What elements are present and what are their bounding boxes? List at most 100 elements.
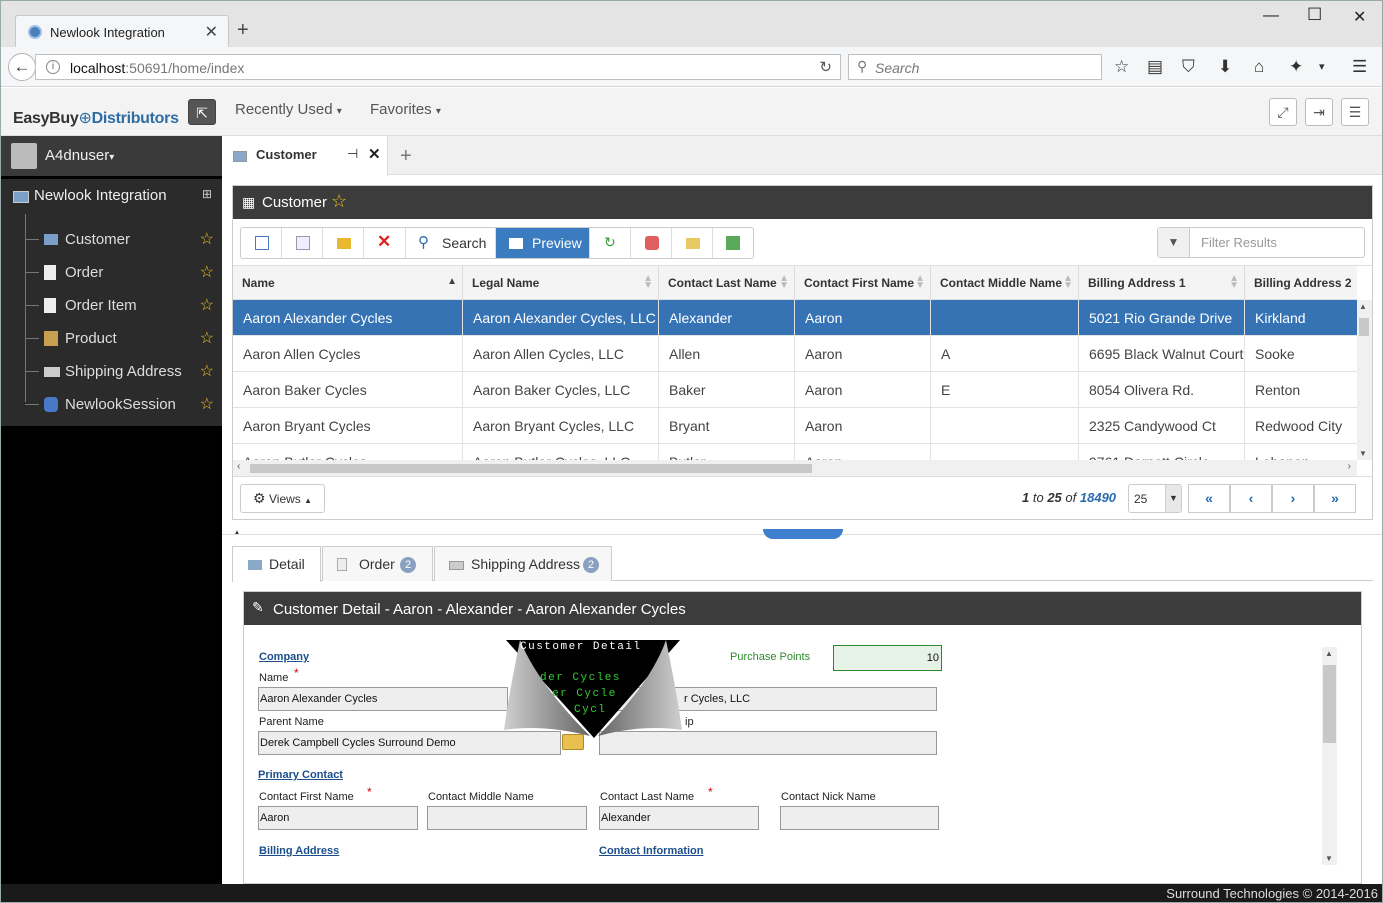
- sidebar-item-customer[interactable]: Customer ☆: [1, 223, 222, 256]
- splitter-handle[interactable]: [763, 529, 843, 539]
- minimize-icon[interactable]: —: [1263, 7, 1279, 25]
- table-cell[interactable]: Aaron: [795, 444, 931, 460]
- filter-icon[interactable]: ▼: [1158, 228, 1190, 257]
- open-button[interactable]: [323, 228, 364, 258]
- new-button[interactable]: [241, 228, 282, 258]
- name-field[interactable]: Aaron Alexander Cycles: [258, 687, 508, 711]
- table-cell[interactable]: Aaron Alexander Cycles, LLC: [463, 300, 659, 336]
- favorite-star-icon[interactable]: ☆: [331, 191, 347, 212]
- table-cell[interactable]: Aaron: [795, 336, 931, 372]
- delete-button[interactable]: ✕: [364, 228, 406, 258]
- table-cell[interactable]: Aaron: [795, 372, 931, 408]
- browser-search-input[interactable]: ⚲ Search: [848, 54, 1102, 80]
- table-row[interactable]: Aaron Butler CyclesAaron Butler Cycles, …: [233, 444, 1357, 460]
- sidebar-item-order[interactable]: Order ☆: [1, 256, 222, 289]
- table-cell[interactable]: [931, 300, 1079, 336]
- tab-shipping-address[interactable]: Shipping Address 2: [434, 546, 612, 581]
- previous-page-button[interactable]: ‹: [1230, 484, 1272, 513]
- copy-button[interactable]: [282, 228, 323, 258]
- first-page-button[interactable]: «: [1188, 484, 1230, 513]
- user-bar[interactable]: A4dnuser▾: [1, 136, 222, 176]
- table-cell[interactable]: Aaron Allen Cycles: [233, 336, 463, 372]
- recently-used-menu[interactable]: Recently Used ▾: [235, 101, 342, 118]
- page-size-select[interactable]: 25 ▼: [1128, 484, 1182, 513]
- refresh-button[interactable]: ↻: [590, 228, 631, 258]
- home-icon[interactable]: ⌂: [1254, 57, 1264, 77]
- star-icon[interactable]: ☆: [200, 229, 214, 249]
- bookmark-star-icon[interactable]: ☆: [1114, 57, 1129, 77]
- hamburger-menu-icon[interactable]: ☰: [1352, 57, 1367, 77]
- last-page-button[interactable]: »: [1314, 484, 1356, 513]
- sidebar-item-order-item[interactable]: Order Item ☆: [1, 289, 222, 322]
- extension-icon[interactable]: ✦: [1289, 57, 1303, 77]
- pocket-icon[interactable]: ⛉: [1182, 57, 1195, 77]
- detail-scrollbar[interactable]: ▲ ▼: [1322, 647, 1337, 865]
- reading-list-icon[interactable]: ▤: [1147, 57, 1163, 77]
- vertical-scrollbar[interactable]: ▲ ▼: [1357, 300, 1372, 460]
- user-name[interactable]: A4dnuser▾: [45, 147, 114, 164]
- info-icon[interactable]: i: [46, 60, 60, 74]
- purchase-points-field[interactable]: 10: [833, 645, 942, 671]
- table-cell[interactable]: 9761 Darnett Circle: [1079, 444, 1245, 460]
- address-bar[interactable]: i localhost:50691/home/index ↻: [35, 54, 841, 80]
- clear-button[interactable]: [631, 228, 672, 258]
- open-external-button[interactable]: ⇱: [188, 99, 216, 125]
- add-tab-button[interactable]: +: [400, 145, 412, 168]
- table-row[interactable]: Aaron Alexander Cycles Aaron Alexander Cy…: [233, 300, 1357, 336]
- tab-customer[interactable]: Customer ⊣ ✕: [222, 136, 388, 176]
- table-cell[interactable]: Kirkland: [1245, 300, 1357, 336]
- table-cell[interactable]: Aaron Alexander Cycles: [233, 300, 463, 336]
- table-cell[interactable]: Aaron Butler Cycles, LLC: [463, 444, 659, 460]
- table-cell[interactable]: A: [931, 336, 1079, 372]
- table-cell[interactable]: Aaron: [795, 300, 931, 336]
- column-header-billing-address-2[interactable]: Billing Address 2: [1245, 266, 1357, 300]
- sidebar-item-shipping-address[interactable]: Shipping Address ☆: [1, 355, 222, 388]
- table-cell[interactable]: E: [931, 372, 1079, 408]
- table-cell[interactable]: Renton: [1245, 372, 1357, 408]
- table-cell[interactable]: Aaron Bryant Cycles: [233, 408, 463, 444]
- table-row[interactable]: Aaron Allen Cycles Aaron Allen Cycles, LL…: [233, 336, 1357, 372]
- column-header-name[interactable]: Name ▲: [233, 266, 463, 300]
- filter-results-input[interactable]: ▼ Filter Results: [1157, 227, 1365, 258]
- back-button[interactable]: ←: [8, 53, 36, 81]
- column-header-contact-last-name[interactable]: Contact Last Name ▲ ▼: [659, 266, 795, 300]
- tab-detail[interactable]: Detail: [232, 546, 321, 582]
- collapse-icon[interactable]: ⊞: [202, 187, 212, 201]
- browser-tab[interactable]: Newlook Integration ✕: [15, 15, 229, 47]
- table-row[interactable]: Aaron Baker Cycles Aaron Baker Cycles, LL…: [233, 372, 1357, 408]
- table-cell[interactable]: Aaron Baker Cycles, LLC: [463, 372, 659, 408]
- table-cell[interactable]: Baker: [659, 372, 795, 408]
- table-cell[interactable]: Butler: [659, 444, 795, 460]
- star-icon[interactable]: ☆: [200, 262, 214, 282]
- star-icon[interactable]: ☆: [200, 361, 214, 381]
- maximize-icon[interactable]: ☐: [1307, 5, 1322, 25]
- table-cell[interactable]: 6695 Black Walnut Court: [1079, 336, 1245, 372]
- table-cell[interactable]: [931, 408, 1079, 444]
- table-cell[interactable]: Aaron Allen Cycles, LLC: [463, 336, 659, 372]
- horizontal-scrollbar[interactable]: ‹ ›: [233, 460, 1357, 476]
- views-button[interactable]: ⚙ Views ▲: [240, 484, 325, 513]
- column-header-contact-middle-name[interactable]: Contact Middle Name ▲ ▼: [931, 266, 1079, 300]
- logout-button[interactable]: ⇥: [1305, 98, 1333, 126]
- favorites-menu[interactable]: Favorites ▾: [370, 101, 441, 118]
- table-cell[interactable]: Alexander: [659, 300, 795, 336]
- contact-first-name-field[interactable]: Aaron: [258, 806, 418, 830]
- new-tab-button[interactable]: +: [237, 19, 249, 42]
- download-icon[interactable]: ⬇: [1218, 57, 1232, 77]
- fullscreen-button[interactable]: ⤢: [1269, 98, 1297, 126]
- table-cell[interactable]: Allen: [659, 336, 795, 372]
- splitter-collapse-icon[interactable]: ▲: [233, 528, 241, 537]
- table-cell[interactable]: Aaron Butler Cycles: [233, 444, 463, 460]
- table-cell[interactable]: Aaron Baker Cycles: [233, 372, 463, 408]
- contact-middle-name-field[interactable]: [427, 806, 587, 830]
- extension-dropdown-icon[interactable]: ▾: [1319, 60, 1325, 73]
- sidebar-item-product[interactable]: Product ☆: [1, 322, 222, 355]
- close-tab-icon[interactable]: ✕: [205, 22, 218, 42]
- table-cell[interactable]: Bryant: [659, 408, 795, 444]
- pin-icon[interactable]: ⊣: [347, 146, 358, 162]
- close-window-icon[interactable]: ✕: [1353, 7, 1366, 27]
- table-cell[interactable]: 8054 Olivera Rd.: [1079, 372, 1245, 408]
- module-header[interactable]: Newlook Integration ⊞: [1, 179, 222, 214]
- column-header-billing-address-1[interactable]: Billing Address 1 ▲ ▼: [1079, 266, 1245, 300]
- reload-icon[interactable]: ↻: [819, 58, 832, 76]
